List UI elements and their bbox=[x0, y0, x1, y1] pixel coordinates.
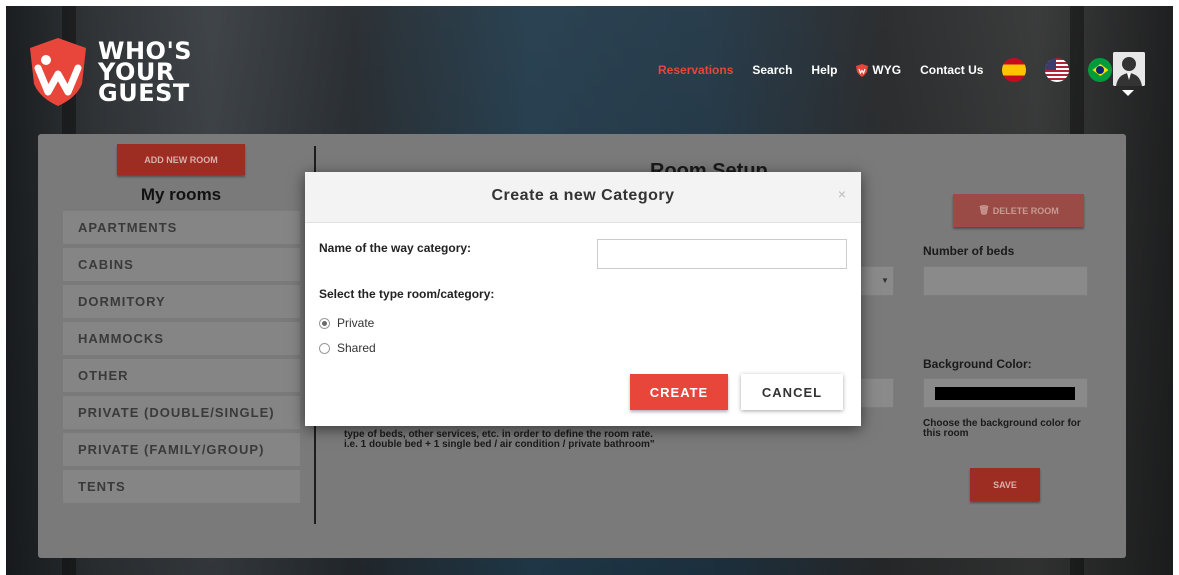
room-item-other[interactable]: OTHER bbox=[63, 359, 300, 392]
room-item-hammocks[interactable]: HAMMOCKS bbox=[63, 322, 300, 355]
create-button[interactable]: CREATE bbox=[630, 374, 728, 410]
description-help-line-2: i.e. 1 double bed + 1 single bed / air c… bbox=[344, 439, 655, 450]
add-new-room-button[interactable]: ADD NEW ROOM bbox=[117, 144, 245, 175]
close-icon[interactable]: × bbox=[838, 186, 846, 202]
room-item-private-family-group[interactable]: PRIVATE (FAMILY/GROUP) bbox=[63, 433, 300, 466]
room-list: APARTMENTS CABINS DORMITORY HAMMOCKS OTH… bbox=[63, 211, 300, 507]
create-category-modal: Create a new Category × Name of the way … bbox=[305, 172, 861, 426]
logo-wordmark: WHO'S YOUR GUEST bbox=[98, 39, 192, 107]
logo-shield-icon bbox=[30, 38, 86, 106]
room-item-apartments[interactable]: APARTMENTS bbox=[63, 211, 300, 244]
price-input[interactable] bbox=[860, 378, 894, 408]
select-caret-icon: ▼ bbox=[881, 276, 889, 285]
room-item-tents[interactable]: TENTS bbox=[63, 470, 300, 503]
site-logo[interactable]: WHO'S YOUR GUEST bbox=[26, 36, 192, 108]
number-of-beds-label: Number of beds bbox=[923, 244, 1015, 258]
background-color-label: Background Color: bbox=[923, 357, 1032, 371]
radio-checked-icon[interactable] bbox=[319, 317, 330, 329]
flag-brazil-icon[interactable] bbox=[1088, 58, 1113, 82]
radio-label-shared: Shared bbox=[337, 341, 376, 355]
flag-spain-icon[interactable] bbox=[1002, 58, 1027, 82]
flag-usa-icon[interactable] bbox=[1045, 58, 1070, 82]
nav-wyg-label: WYG bbox=[872, 63, 902, 77]
background-color-swatch bbox=[935, 387, 1075, 400]
number-of-beds-input[interactable] bbox=[923, 266, 1088, 296]
category-type-label: Select the type room/category: bbox=[319, 287, 495, 301]
avatar-silhouette-icon bbox=[1113, 52, 1145, 86]
category-name-label: Name of the way category: bbox=[319, 241, 472, 255]
nav-search[interactable]: Search bbox=[752, 63, 792, 77]
radio-unchecked-icon[interactable] bbox=[319, 342, 330, 354]
modal-header: Create a new Category × bbox=[305, 172, 861, 223]
delete-room-button[interactable]: 🗑 DELETE ROOM bbox=[953, 194, 1084, 227]
radio-label-private: Private bbox=[337, 316, 375, 330]
cancel-button[interactable]: CANCEL bbox=[741, 374, 843, 410]
top-nav: Reservations Search Help WYG Contact Us bbox=[658, 58, 1131, 82]
my-rooms-title: My rooms bbox=[140, 185, 222, 204]
nav-contact-us[interactable]: Contact Us bbox=[920, 63, 983, 77]
modal-title: Create a new Category bbox=[491, 187, 675, 204]
nav-reservations[interactable]: Reservations bbox=[658, 63, 733, 77]
chevron-down-icon[interactable] bbox=[1122, 90, 1134, 96]
background-color-help: Choose the background color for this roo… bbox=[923, 418, 1081, 439]
logo-line-3: GUEST bbox=[98, 78, 190, 107]
category-name-input[interactable] bbox=[597, 239, 847, 269]
room-item-cabins[interactable]: CABINS bbox=[63, 248, 300, 281]
radio-option-shared[interactable]: Shared bbox=[319, 341, 376, 355]
room-item-private-double-single[interactable]: PRIVATE (DOUBLE/SINGLE) bbox=[63, 396, 300, 429]
delete-room-label: DELETE ROOM bbox=[992, 205, 1059, 216]
user-avatar-icon[interactable] bbox=[1113, 52, 1145, 86]
room-item-dormitory[interactable]: DORMITORY bbox=[63, 285, 300, 318]
nav-help[interactable]: Help bbox=[811, 63, 837, 77]
nav-wyg[interactable]: WYG bbox=[856, 63, 901, 77]
shield-icon bbox=[856, 63, 869, 77]
trash-icon: 🗑 bbox=[978, 205, 990, 215]
save-button[interactable]: SAVE bbox=[970, 468, 1040, 501]
radio-option-private[interactable]: Private bbox=[319, 316, 374, 330]
